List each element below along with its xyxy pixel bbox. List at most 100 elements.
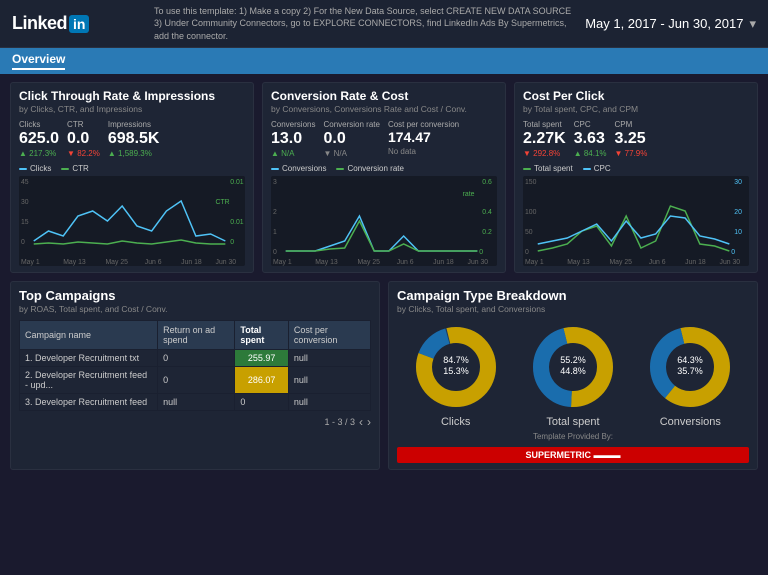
svg-text:Jun 6: Jun 6 — [145, 259, 162, 266]
svg-text:0.01: 0.01 — [230, 179, 244, 186]
svg-text:44.8%: 44.8% — [560, 366, 586, 376]
donut-spent-svg: 55.2% 44.8% — [528, 322, 618, 412]
metric-cost-conv-change: No data — [388, 147, 459, 156]
svg-text:0: 0 — [21, 239, 25, 246]
kpi-metrics-conversion: Conversions 13.0 ▲ N/A Conversion rate 0… — [271, 120, 497, 158]
svg-text:45: 45 — [21, 179, 29, 186]
logo-text: Linked — [12, 13, 67, 34]
date-range[interactable]: May 1, 2017 - Jun 30, 2017 ▾ — [585, 16, 756, 32]
svg-text:0: 0 — [525, 249, 529, 256]
svg-text:100: 100 — [525, 209, 537, 216]
legend-ctr-dot — [61, 168, 69, 170]
svg-text:0: 0 — [230, 239, 234, 246]
donut-conversions-label: Conversions — [660, 416, 721, 428]
svg-text:CTR: CTR — [216, 199, 230, 206]
svg-text:0.4: 0.4 — [482, 209, 492, 216]
metric-clicks-label: Clicks — [19, 120, 59, 129]
svg-text:Jun 18: Jun 18 — [181, 259, 202, 266]
svg-text:55.2%: 55.2% — [560, 355, 586, 365]
svg-text:Jun 18: Jun 18 — [685, 259, 706, 266]
metric-conversions-change: ▲ N/A — [271, 149, 315, 158]
metric-impressions-label: Impressions — [108, 120, 160, 129]
bottom-section: Top Campaigns by ROAS, Total spent, and … — [10, 281, 758, 470]
row2-name: 2. Developer Recruitment feed - upd... — [20, 367, 158, 394]
svg-text:20: 20 — [734, 209, 742, 216]
donut-conversions: 64.3% 35.7% Conversions — [645, 322, 735, 428]
svg-text:Jun 30: Jun 30 — [468, 259, 489, 266]
row2-roas: 0 — [158, 367, 235, 394]
table-row: 3. Developer Recruitment feed null 0 nul… — [20, 394, 371, 411]
mini-chart-conversion: May 1 May 13 May 25 Jun 6 Jun 18 Jun 30 … — [271, 176, 497, 266]
row1-name: 1. Developer Recruitment txt — [20, 350, 158, 367]
mini-chart-ctr: May 1 May 13 May 25 Jun 6 Jun 18 Jun 30 … — [19, 176, 245, 266]
metric-clicks-change: ▲ 217.3% — [19, 149, 59, 158]
metric-cpc-value: 3.63 — [574, 129, 607, 148]
date-dropdown-arrow[interactable]: ▾ — [749, 16, 756, 32]
legend-conv-rate-label: Conversion rate — [347, 164, 403, 173]
metric-impressions-value: 698.5K — [108, 129, 160, 148]
svg-text:84.7%: 84.7% — [443, 355, 469, 365]
metric-clicks: Clicks 625.0 ▲ 217.3% — [19, 120, 59, 158]
kpi-card-ctr: Click Through Rate & Impressions by Clic… — [10, 82, 254, 273]
svg-text:0.2: 0.2 — [482, 229, 492, 236]
legend-total-spent-dot — [523, 168, 531, 170]
next-page-button[interactable]: › — [367, 415, 371, 429]
metric-cpm-change: ▼ 77.9% — [615, 149, 648, 158]
metric-cost-conv: Cost per conversion 174.47 No data — [388, 120, 459, 158]
svg-text:May 1: May 1 — [273, 259, 292, 266]
col-cost-conv: Cost per conversion — [288, 321, 370, 350]
metric-conversions-label: Conversions — [271, 120, 315, 129]
metric-ctr-change: ▼ 82.2% — [67, 149, 100, 158]
col-total-spent: Total spent — [235, 321, 288, 350]
prev-page-button[interactable]: ‹ — [359, 415, 363, 429]
svg-text:May 1: May 1 — [21, 259, 40, 266]
kpi-section: Click Through Rate & Impressions by Clic… — [10, 82, 758, 273]
main-content: Click Through Rate & Impressions by Clic… — [0, 74, 768, 478]
donut-charts-row: 84.7% 15.3% Clicks 55.2% 44.8% — [397, 322, 749, 428]
metric-ctr: CTR 0.0 ▼ 82.2% — [67, 120, 100, 158]
svg-text:rate: rate — [463, 191, 475, 198]
kpi-card-conversion: Conversion Rate & Cost by Conversions, C… — [262, 82, 506, 273]
metric-conv-rate: Conversion rate 0.0 ▼ N/A — [323, 120, 379, 158]
svg-text:May 13: May 13 — [567, 259, 590, 266]
col-roas: Return on ad spend — [158, 321, 235, 350]
metric-impressions-change: ▲ 1,589.3% — [108, 149, 160, 158]
metric-total-spent: Total spent 2.27K ▼ 292.8% — [523, 120, 566, 158]
supermetric-label: SUPERMETRIC — [525, 450, 591, 460]
metric-cpc-label: CPC — [574, 120, 607, 129]
campaigns-card: Top Campaigns by ROAS, Total spent, and … — [10, 281, 380, 470]
metric-cpc-change: ▲ 84.1% — [574, 149, 607, 158]
svg-text:50: 50 — [525, 229, 533, 236]
row3-num: 3. — [25, 397, 33, 407]
donut-clicks: 84.7% 15.3% Clicks — [411, 322, 501, 428]
supermetric-banner: SUPERMETRIC ▬▬▬ — [397, 447, 749, 463]
svg-text:May 13: May 13 — [63, 259, 86, 266]
chart-legend-cpc: Total spent CPC — [523, 164, 749, 173]
svg-text:1: 1 — [273, 229, 277, 236]
svg-text:3: 3 — [273, 179, 277, 186]
campaigns-title: Top Campaigns — [19, 288, 371, 303]
donut-clicks-label: Clicks — [441, 416, 470, 428]
svg-text:0.6: 0.6 — [482, 179, 492, 186]
metric-ctr-label: CTR — [67, 120, 100, 129]
metric-conversions: Conversions 13.0 ▲ N/A — [271, 120, 315, 158]
legend-clicks: Clicks — [19, 164, 51, 173]
svg-text:30: 30 — [734, 179, 742, 186]
chart-legend-ctr: Clicks CTR — [19, 164, 245, 173]
metric-ctr-value: 0.0 — [67, 129, 100, 148]
header-instruction: To use this template: 1) Make a copy 2) … — [142, 5, 585, 43]
svg-text:Jun 30: Jun 30 — [720, 259, 741, 266]
supermetric-bar: ▬▬▬ — [594, 450, 621, 460]
svg-text:150: 150 — [525, 179, 537, 186]
tab-overview[interactable]: Overview — [12, 52, 65, 70]
legend-cpc: CPC — [583, 164, 611, 173]
svg-text:May 25: May 25 — [357, 259, 380, 266]
metric-clicks-value: 625.0 — [19, 129, 59, 148]
kpi-card-cpc: Cost Per Click by Total spent, CPC, and … — [514, 82, 758, 273]
legend-conv-rate-dot — [336, 168, 344, 170]
logo-in-badge: in — [69, 15, 89, 33]
row1-roas: 0 — [158, 350, 235, 367]
row2-num: 2. — [25, 370, 33, 380]
legend-conversions: Conversions — [271, 164, 326, 173]
svg-text:0: 0 — [479, 249, 483, 256]
